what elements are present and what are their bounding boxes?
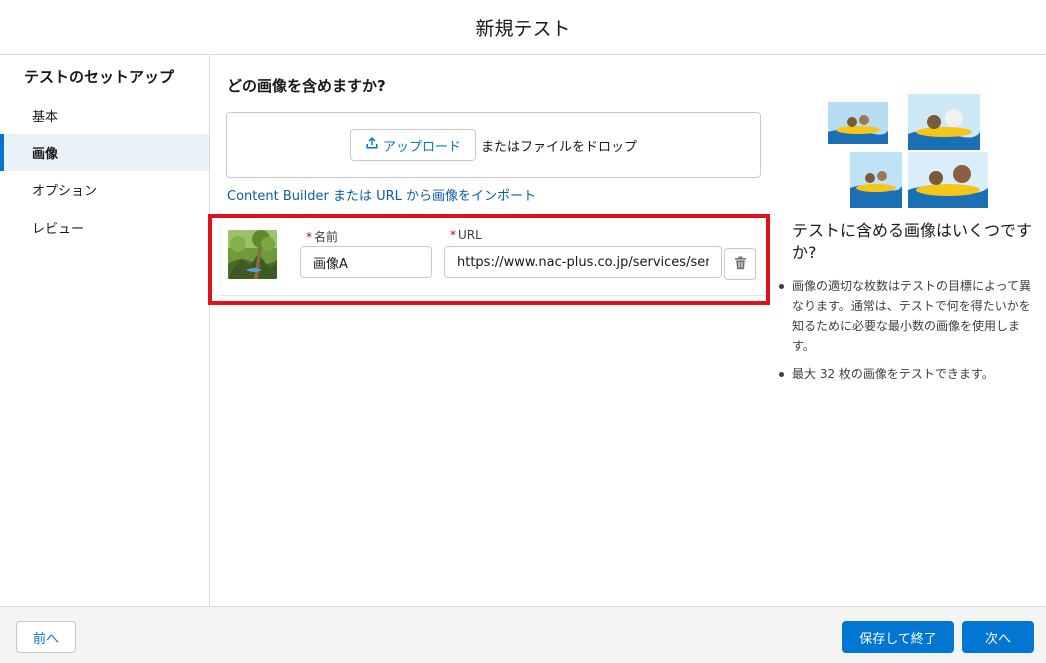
sidebar-item-basic[interactable]: 基本 xyxy=(0,97,209,134)
trash-icon xyxy=(734,256,747,273)
section-title: どの画像を含めますか? xyxy=(227,77,386,95)
upload-icon xyxy=(365,136,379,154)
help-bullet: 最大 32 枚の画像をテストできます。 xyxy=(779,364,1032,384)
image-thumbnail xyxy=(228,230,277,279)
required-marker: * xyxy=(306,230,312,244)
back-button[interactable]: 前へ xyxy=(16,621,76,653)
help-list: 画像の適切な枚数はテストの目標によって異なります。通常は、テストで何を得たいかを… xyxy=(779,276,1032,392)
file-dropzone[interactable]: アップロード またはファイルをドロップ xyxy=(226,112,761,178)
required-marker: * xyxy=(450,228,456,242)
image-row: *名前 *URL xyxy=(220,220,768,296)
name-field-label: * 名前 xyxy=(306,230,339,244)
drop-text: またはファイルをドロップ xyxy=(481,139,638,155)
save-and-exit-button[interactable]: 保存して終了 xyxy=(842,621,954,653)
delete-image-button[interactable] xyxy=(724,248,756,280)
help-bullet: 画像の適切な枚数はテストの目標によって異なります。通常は、テストで何を得たいかを… xyxy=(779,276,1032,356)
sidebar-item-options[interactable]: オプション xyxy=(0,171,209,208)
name-input[interactable] xyxy=(300,246,432,278)
url-input[interactable] xyxy=(444,246,722,278)
sidebar-heading: テストのセットアップ xyxy=(24,68,175,86)
import-link[interactable]: Content Builder または URL から画像をインポート xyxy=(227,185,536,204)
sidebar-item-label: レビュー xyxy=(32,222,85,237)
sidebar-item-label: オプション xyxy=(32,184,98,199)
next-button[interactable]: 次へ xyxy=(962,621,1034,653)
url-field-label: * URL xyxy=(450,228,482,242)
sidebar-item-review[interactable]: レビュー xyxy=(0,209,209,246)
modal-footer: 前へ 保存して終了 次へ xyxy=(0,606,1046,663)
kayak-illustration xyxy=(826,92,990,210)
modal-header: 新規テスト xyxy=(0,0,1046,55)
sidebar-item-images[interactable]: 画像 xyxy=(0,134,209,171)
setup-sidebar: テストのセットアップ 基本 画像 オプション レビュー xyxy=(0,55,210,606)
sidebar-item-label: 基本 xyxy=(32,110,59,125)
modal-title: 新規テスト xyxy=(475,17,571,40)
upload-button[interactable]: アップロード xyxy=(349,129,476,161)
help-title: テストに含める画像はいくつですか? xyxy=(792,221,1033,262)
upload-button-label: アップロード xyxy=(382,139,461,155)
sidebar-item-label: 画像 xyxy=(32,147,59,162)
